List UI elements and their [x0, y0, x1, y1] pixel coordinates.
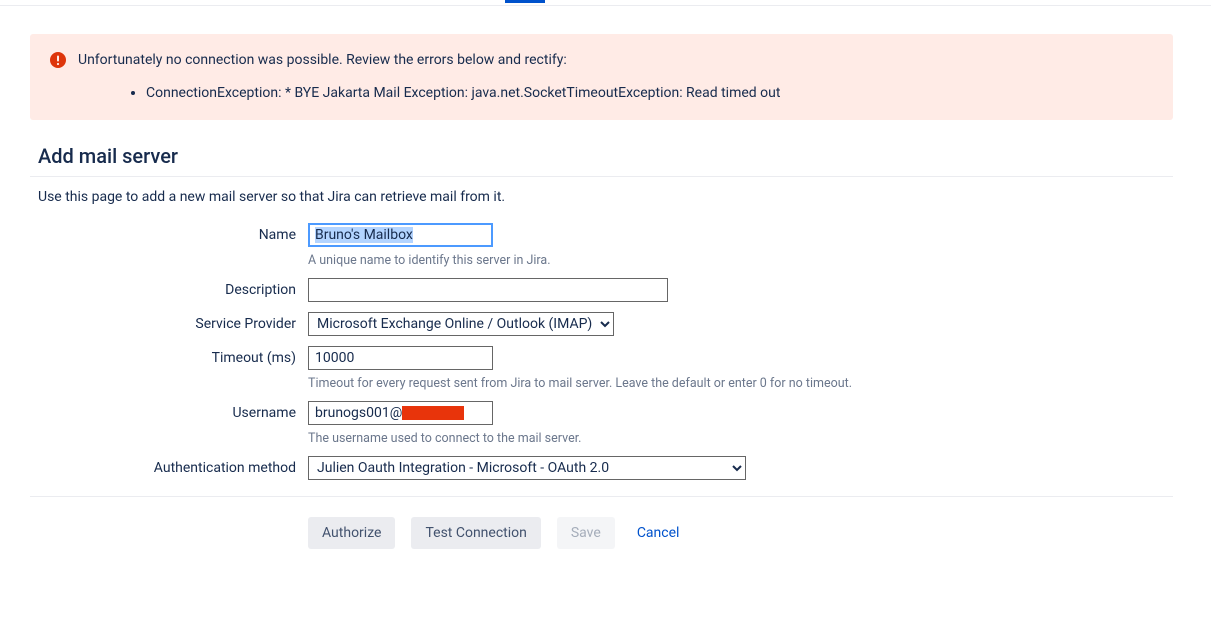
- error-icon: [50, 52, 66, 68]
- name-help: A unique name to identify this server in…: [308, 253, 1173, 268]
- tab-underline: [505, 0, 545, 3]
- page-description: Use this page to add a new mail server s…: [38, 189, 1173, 205]
- error-title: Unfortunately no connection was possible…: [78, 50, 1153, 71]
- username-label: Username: [38, 401, 308, 421]
- page-title: Add mail server: [38, 144, 1173, 176]
- error-panel: Unfortunately no connection was possible…: [30, 34, 1173, 120]
- form-divider: [30, 496, 1173, 497]
- auth-method-label: Authentication method: [38, 456, 308, 476]
- timeout-label: Timeout (ms): [38, 346, 308, 366]
- service-provider-label: Service Provider: [38, 312, 308, 332]
- auth-method-select[interactable]: Julien Oauth Integration - Microsoft - O…: [308, 456, 746, 480]
- service-provider-select[interactable]: Microsoft Exchange Online / Outlook (IMA…: [308, 312, 614, 336]
- authorize-button[interactable]: Authorize: [308, 517, 395, 549]
- redacted-domain: [402, 406, 464, 420]
- timeout-help: Timeout for every request sent from Jira…: [308, 376, 1173, 391]
- cancel-button[interactable]: Cancel: [631, 517, 686, 549]
- username-help: The username used to connect to the mail…: [308, 431, 1173, 446]
- timeout-field[interactable]: [308, 346, 493, 370]
- username-field[interactable]: brunogs001@: [308, 401, 493, 425]
- name-label: Name: [38, 223, 308, 243]
- save-button: Save: [557, 517, 615, 549]
- description-field[interactable]: [308, 278, 668, 302]
- test-connection-button[interactable]: Test Connection: [411, 517, 540, 549]
- error-list-item: ConnectionException: * BYE Jakarta Mail …: [146, 83, 1153, 104]
- top-divider: [0, 5, 1211, 6]
- title-divider: [30, 176, 1173, 177]
- name-field[interactable]: Bruno's Mailbox: [308, 223, 493, 247]
- description-label: Description: [38, 278, 308, 298]
